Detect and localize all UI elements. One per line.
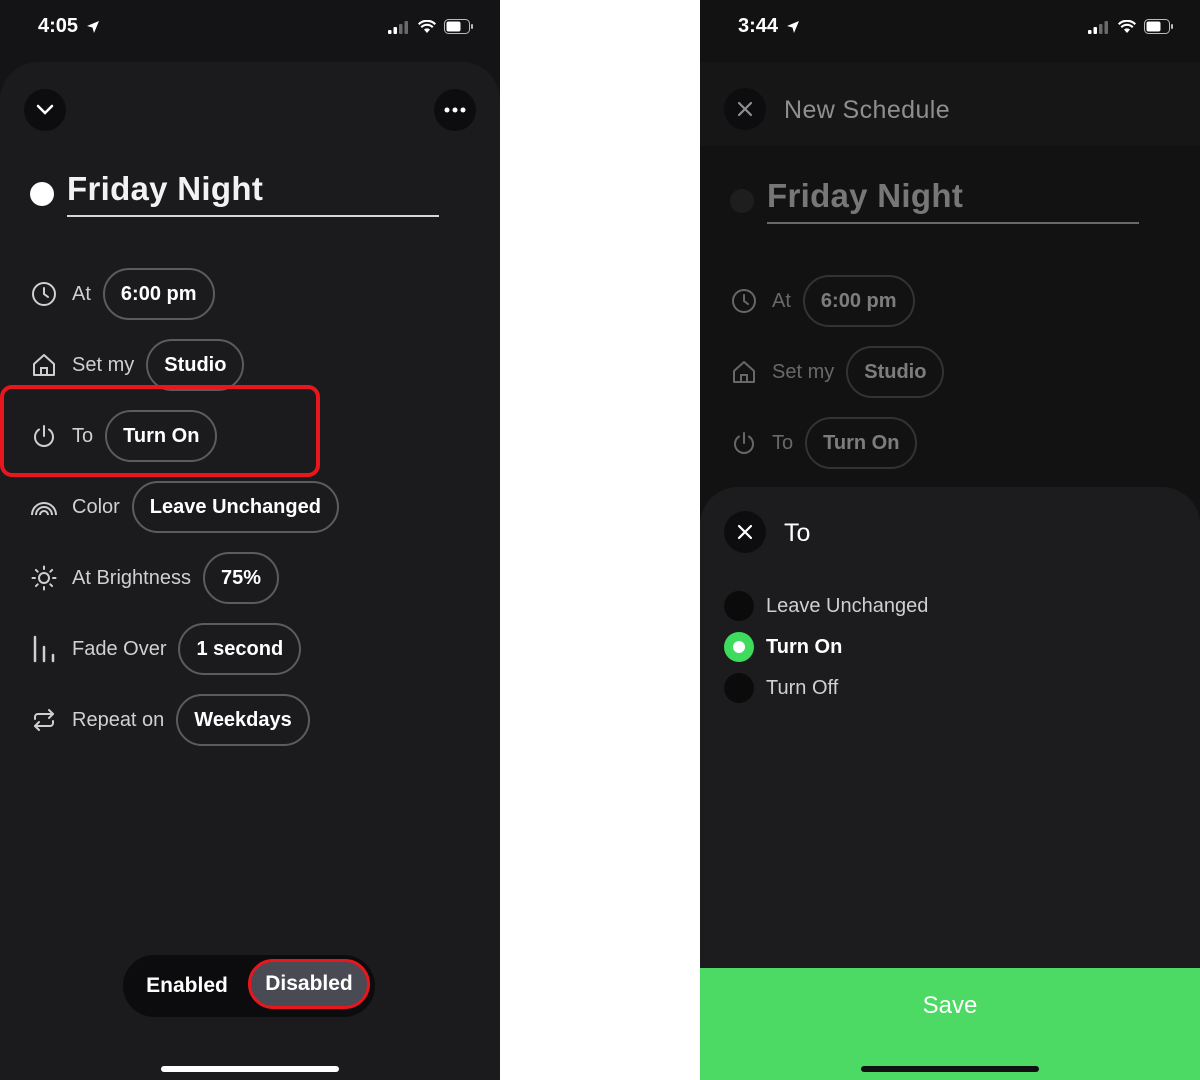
option-label: Turn On [766, 635, 843, 658]
wifi-icon [1118, 19, 1136, 33]
signal-icon [388, 20, 408, 34]
schedule-title-row: Friday Night [730, 177, 1140, 227]
option-label: Turn Off [766, 676, 839, 699]
row-repeat-on: Repeat on Weekdays [30, 693, 310, 747]
home-indicator [861, 1066, 1039, 1072]
signal-icon [1088, 20, 1108, 34]
fade-pill[interactable]: 1 second [178, 623, 302, 675]
power-state-pill[interactable]: Turn On [805, 417, 918, 469]
home-indicator [161, 1066, 339, 1072]
right-phone-screen: 3:44 New Schedule Friday Night At 6:00 p… [700, 0, 1200, 1080]
ellipsis-icon [444, 107, 466, 113]
close-sheet-button[interactable] [724, 511, 766, 553]
row-label: At Brightness [72, 566, 191, 589]
wifi-icon [418, 19, 436, 33]
radio-selected[interactable] [724, 632, 754, 662]
close-icon [737, 101, 753, 117]
status-icons [1088, 19, 1174, 34]
row-label: To [772, 431, 794, 454]
status-bar: 3:44 [700, 0, 1200, 62]
location-arrow-icon [87, 21, 99, 33]
close-schedule-button[interactable] [724, 88, 766, 130]
radio-unselected[interactable] [724, 673, 754, 703]
save-button[interactable]: Save [700, 968, 1200, 1080]
sheet-title: To [784, 519, 811, 547]
save-label: Save [922, 992, 978, 1019]
radio-unselected[interactable] [724, 591, 754, 621]
time-pill[interactable]: 6:00 pm [802, 275, 915, 327]
to-row-highlight [0, 385, 320, 477]
rainbow-icon [30, 493, 58, 521]
row-label: At [72, 282, 91, 305]
location-arrow-icon [787, 21, 799, 33]
row-at: At 6:00 pm [30, 267, 215, 321]
status-dot [730, 189, 754, 213]
chevron-down-icon [36, 104, 54, 115]
screen-title: New Schedule [784, 96, 951, 124]
schedule-title-input[interactable]: Friday Night [767, 177, 963, 215]
schedule-title-input[interactable]: Friday Night [67, 170, 263, 208]
status-dot [30, 182, 54, 206]
schedule-title-row: Friday Night [30, 170, 440, 220]
row-set-my: Set my Studio [730, 345, 945, 399]
row-label: Fade Over [72, 637, 167, 660]
bars-icon [30, 635, 58, 663]
row-brightness: At Brightness 75% [30, 551, 279, 605]
option-leave-unchanged[interactable]: Leave Unchanged [724, 591, 928, 621]
disabled-option[interactable]: Disabled [248, 959, 370, 1009]
room-pill[interactable]: Studio [846, 346, 945, 398]
color-pill[interactable]: Leave Unchanged [131, 481, 339, 533]
row-fade-over: Fade Over 1 second [30, 622, 302, 676]
repeat-pill[interactable]: Weekdays [176, 694, 310, 746]
home-icon [730, 358, 758, 386]
row-set-my: Set my Studio [30, 338, 245, 392]
option-turn-on[interactable]: Turn On [724, 632, 842, 662]
option-turn-off[interactable]: Turn Off [724, 673, 838, 703]
row-at: At 6:00 pm [730, 274, 915, 328]
home-icon [30, 351, 58, 379]
enabled-option[interactable]: Enabled [123, 955, 251, 1017]
repeat-icon [30, 706, 58, 734]
row-label: Repeat on [72, 708, 165, 731]
row-to: To Turn On [730, 416, 918, 470]
row-label: Color [72, 495, 120, 518]
battery-icon [1144, 19, 1173, 34]
clock-icon [30, 280, 58, 308]
more-options-button[interactable] [434, 89, 476, 131]
screen-header: New Schedule [700, 62, 1200, 146]
row-color: Color Leave Unchanged [30, 480, 339, 534]
row-label: Set my [72, 353, 135, 376]
clock-icon [730, 287, 758, 315]
power-icon [730, 429, 758, 457]
row-label: Set my [772, 360, 835, 383]
enabled-toggle: Enabled Disabled [123, 955, 375, 1017]
collapse-button[interactable] [24, 89, 66, 131]
status-bar: 4:05 [0, 0, 500, 62]
time-pill[interactable]: 6:00 pm [102, 268, 215, 320]
room-pill[interactable]: Studio [146, 339, 245, 391]
status-time: 3:44 [738, 15, 779, 37]
sun-icon [30, 564, 58, 592]
option-label: Leave Unchanged [766, 594, 929, 617]
status-icons [388, 19, 474, 34]
to-options-sheet: To Leave Unchanged Turn On Turn Off [700, 487, 1200, 968]
left-phone-screen: 4:05 Friday Night At 6:00 pm Set my Stud… [0, 0, 500, 1080]
title-underline [767, 222, 1139, 224]
row-label: At [772, 289, 791, 312]
brightness-pill[interactable]: 75% [202, 552, 279, 604]
battery-icon [444, 19, 473, 34]
status-time: 4:05 [38, 15, 79, 37]
close-icon [737, 524, 753, 540]
title-underline [67, 215, 439, 217]
